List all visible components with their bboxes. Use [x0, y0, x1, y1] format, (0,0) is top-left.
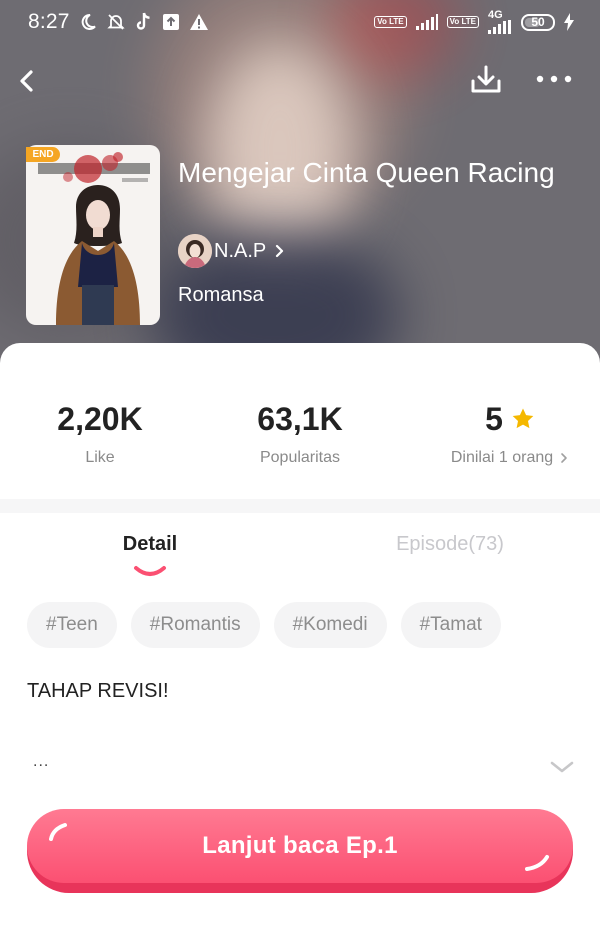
- section-divider: [0, 499, 600, 513]
- chevron-right-icon: [276, 244, 284, 258]
- book-header: 8:27 Vo LTE Vo LTE 4G 50 END Mengejar Ci…: [0, 0, 600, 380]
- like-count: 2,20K: [57, 401, 143, 437]
- back-button[interactable]: [10, 61, 50, 101]
- rating-label: Dinilai 1 orang: [450, 449, 554, 466]
- button-gloss-highlight: [525, 855, 549, 871]
- tag-chip[interactable]: #Romantis: [130, 602, 260, 648]
- signal-4g-icon: 4G: [488, 10, 512, 34]
- tag-chip[interactable]: #Tamat: [400, 602, 501, 648]
- continue-reading-label: Lanjut baca Ep.1: [202, 832, 398, 859]
- author-name: N.A.P: [214, 239, 267, 262]
- like-stat: 2,20K Like: [0, 401, 200, 467]
- tiktok-icon: [135, 12, 153, 32]
- rating-details-link[interactable]: Dinilai 1 orang: [451, 449, 569, 467]
- tag-chip[interactable]: #Teen: [27, 602, 117, 648]
- book-genre: Romansa: [178, 284, 264, 306]
- download-icon: [471, 65, 501, 93]
- book-detail-sheet: 2,20K Like 63,1K Popularitas 5 Dinilai 1…: [0, 343, 600, 940]
- tab-episode[interactable]: Episode(73): [370, 533, 530, 556]
- status-time: 8:27: [28, 10, 70, 33]
- tag-chip[interactable]: #Komedi: [273, 602, 387, 648]
- button-gloss-highlight: [49, 823, 67, 841]
- synopsis-ellipsis: ...: [33, 753, 50, 770]
- volte-icon: Vo LTE: [446, 16, 479, 28]
- warning-icon: [189, 13, 209, 31]
- popularity-label: Popularitas: [259, 449, 341, 466]
- author-link[interactable]: N.A.P: [178, 234, 286, 268]
- active-tab-indicator: [134, 566, 166, 576]
- network-type: 4G: [488, 9, 503, 21]
- charging-icon: [564, 13, 574, 31]
- moon-icon: [79, 13, 97, 31]
- end-badge: END: [26, 147, 60, 162]
- chevron-right-icon: [561, 453, 567, 463]
- status-bar: 8:27 Vo LTE Vo LTE 4G 50: [0, 0, 600, 44]
- bell-muted-icon: [106, 12, 126, 32]
- volte-icon: Vo LTE: [374, 16, 407, 28]
- battery-icon: 50: [521, 13, 555, 31]
- popularity-stat: 63,1K Popularitas: [200, 401, 400, 467]
- signal-icon: [415, 14, 438, 30]
- book-cover[interactable]: [26, 145, 160, 325]
- top-navigation: [0, 55, 600, 105]
- more-options-button[interactable]: [532, 59, 576, 99]
- tag-list: #Teen #Romantis #Komedi #Tamat: [27, 602, 501, 648]
- synopsis-text: TAHAP REVISI!: [27, 680, 169, 702]
- like-label: Like: [85, 449, 115, 466]
- more-dots-icon: [536, 75, 572, 83]
- popularity-count: 63,1K: [257, 401, 343, 437]
- stats-row: 2,20K Like 63,1K Popularitas 5 Dinilai 1…: [0, 343, 600, 499]
- upload-icon: [162, 13, 180, 31]
- battery-level: 50: [531, 15, 545, 29]
- detail-tabs: Detail Episode(73): [0, 513, 600, 583]
- book-title: Mengejar Cinta Queen Racing: [178, 157, 555, 188]
- chevron-left-icon: [20, 70, 33, 92]
- cover-illustration: [56, 152, 140, 325]
- chevron-down-icon: [550, 761, 574, 773]
- tab-detail[interactable]: Detail: [100, 533, 200, 556]
- continue-reading-button[interactable]: Lanjut baca Ep.1: [27, 809, 573, 893]
- continue-reading-face: Lanjut baca Ep.1: [27, 809, 573, 883]
- download-button[interactable]: [466, 59, 506, 99]
- author-avatar: [178, 234, 212, 268]
- rating-stat[interactable]: 5 Dinilai 1 orang: [400, 401, 600, 467]
- star-icon: [512, 408, 534, 429]
- rating-value: 5: [485, 401, 503, 437]
- expand-synopsis-button[interactable]: [548, 755, 576, 779]
